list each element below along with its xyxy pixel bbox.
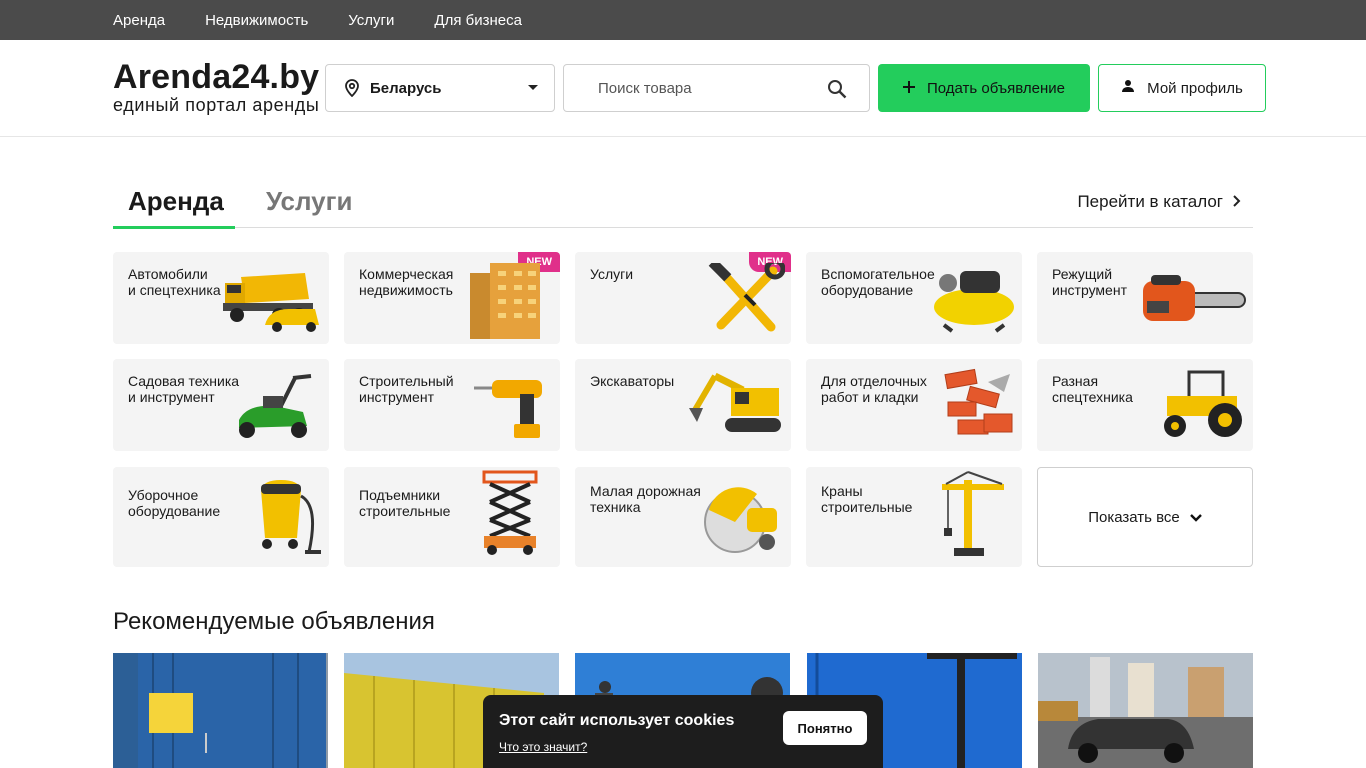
go-to-catalog-link[interactable]: Перейти в каталог — [1077, 192, 1241, 212]
category-auxiliary-equipment[interactable]: Вспомогательное оборудование — [806, 252, 1022, 344]
active-tab-indicator — [113, 226, 235, 229]
building-icon — [470, 263, 542, 344]
category-construction-lifts[interactable]: Подъемники строительные — [344, 467, 560, 567]
category-misc-special-vehicles[interactable]: Разная спецтехника — [1037, 359, 1253, 451]
topnav-business[interactable]: Для бизнеса — [434, 12, 522, 29]
chevron-right-icon — [1233, 192, 1241, 212]
category-excavators[interactable]: Экскаваторы — [575, 359, 791, 451]
category-label: Разная спецтехника — [1052, 373, 1133, 405]
topnav-services[interactable]: Услуги — [348, 12, 394, 29]
category-construction-tools[interactable]: Строительный инструмент — [344, 359, 560, 451]
chevron-down-icon — [528, 85, 538, 90]
category-commercial-real-estate[interactable]: Коммерческая недвижимость NEW — [344, 252, 560, 344]
user-icon — [1121, 79, 1135, 97]
catalog-link-label: Перейти в каталог — [1077, 192, 1223, 211]
listing-photo — [1038, 653, 1253, 768]
category-label: Автомобили и спецтехника — [128, 266, 221, 298]
tower-crane-icon — [938, 470, 1006, 561]
listing-photo — [113, 653, 328, 768]
category-services[interactable]: Услуги NEW — [575, 252, 791, 344]
category-cutting-tools[interactable]: Режущий инструмент — [1037, 252, 1253, 344]
location-pin-icon — [344, 79, 360, 97]
show-all-label: Показать все — [1088, 508, 1180, 526]
listing-card-container-blue[interactable] — [113, 653, 328, 768]
logo-subtitle: единый портал аренды — [113, 95, 320, 115]
topnav-rent[interactable]: Аренда — [113, 12, 165, 29]
category-label: Подъемники строительные — [359, 487, 451, 519]
category-label: Услуги — [590, 266, 634, 282]
category-label: Вспомогательное оборудование — [821, 266, 935, 298]
bricks-icon — [944, 368, 1016, 445]
category-garden-equipment[interactable]: Садовая техника и инструмент — [113, 359, 329, 451]
region-value: Беларусь — [370, 79, 442, 97]
region-select[interactable]: Беларусь — [325, 64, 555, 112]
cookie-info-link[interactable]: Что это значит? — [499, 740, 587, 754]
category-label: Режущий инструмент — [1052, 266, 1127, 298]
dump-truck-icon — [219, 269, 323, 338]
excavator-icon — [685, 370, 785, 445]
cookie-title: Этот сайт использует cookies — [499, 712, 735, 729]
tab-rent[interactable]: Аренда — [128, 186, 224, 217]
category-label: Уборочное оборудование — [128, 487, 221, 519]
search-input[interactable] — [598, 65, 838, 111]
cookie-banner: Этот сайт использует cookies Что это зна… — [483, 695, 883, 768]
category-label: Коммерческая недвижимость — [359, 266, 454, 298]
category-label: Строительный инструмент — [359, 373, 454, 405]
vacuum-icon — [247, 476, 323, 561]
compressor-icon — [924, 263, 1016, 338]
catalog-tabs: Аренда Услуги Перейти в каталог — [113, 178, 1253, 229]
listing-card-car[interactable] — [1038, 653, 1253, 768]
post-ad-button[interactable]: Подать объявление — [878, 64, 1090, 112]
category-label: Для отделочных работ и кладки — [821, 373, 927, 405]
category-construction-cranes[interactable]: Краны строительные — [806, 467, 1022, 567]
category-small-road-equipment[interactable]: Малая дорожная техника — [575, 467, 791, 567]
recommended-section-title: Рекомендуемые объявления — [113, 608, 435, 635]
site-logo[interactable]: Arenda24.by единый портал аренды — [113, 58, 319, 114]
category-cleaning-equipment[interactable]: Уборочное оборудование — [113, 467, 329, 567]
category-label: Малая дорожная техника — [590, 483, 701, 515]
my-profile-button[interactable]: Мой профиль — [1098, 64, 1266, 112]
chevron-down-icon — [1189, 509, 1202, 526]
show-all-categories-button[interactable]: Показать все — [1037, 467, 1253, 567]
category-label: Садовая техника и инструмент — [128, 373, 240, 405]
logo-title: Arenda24.by — [113, 58, 320, 96]
lawn-mower-icon — [233, 374, 323, 445]
category-finishing-masonry[interactable]: Для отделочных работ и кладки — [806, 359, 1022, 451]
post-ad-label: Подать объявление — [926, 79, 1066, 97]
hammer-wrench-icon — [707, 258, 786, 338]
scissor-lift-icon — [482, 470, 538, 561]
category-cars-special-vehicles[interactable]: Автомобили и спецтехника — [113, 252, 329, 344]
category-label: Экскаваторы — [590, 373, 675, 389]
top-navigation: Аренда Недвижимость Услуги Для бизнеса — [0, 0, 1366, 40]
cookie-accept-button[interactable]: Понятно — [783, 711, 867, 745]
tab-services[interactable]: Услуги — [266, 186, 352, 217]
my-profile-label: Мой профиль — [1147, 79, 1243, 97]
search-icon[interactable] — [827, 79, 847, 104]
search-box — [563, 64, 870, 112]
topnav-real-estate[interactable]: Недвижимость — [205, 12, 308, 29]
chainsaw-icon — [1139, 271, 1247, 338]
road-saw-icon — [701, 476, 785, 561]
plus-icon — [902, 80, 915, 97]
drill-icon — [474, 374, 554, 445]
tractor-icon — [1159, 368, 1247, 445]
category-label: Краны строительные — [821, 483, 913, 515]
